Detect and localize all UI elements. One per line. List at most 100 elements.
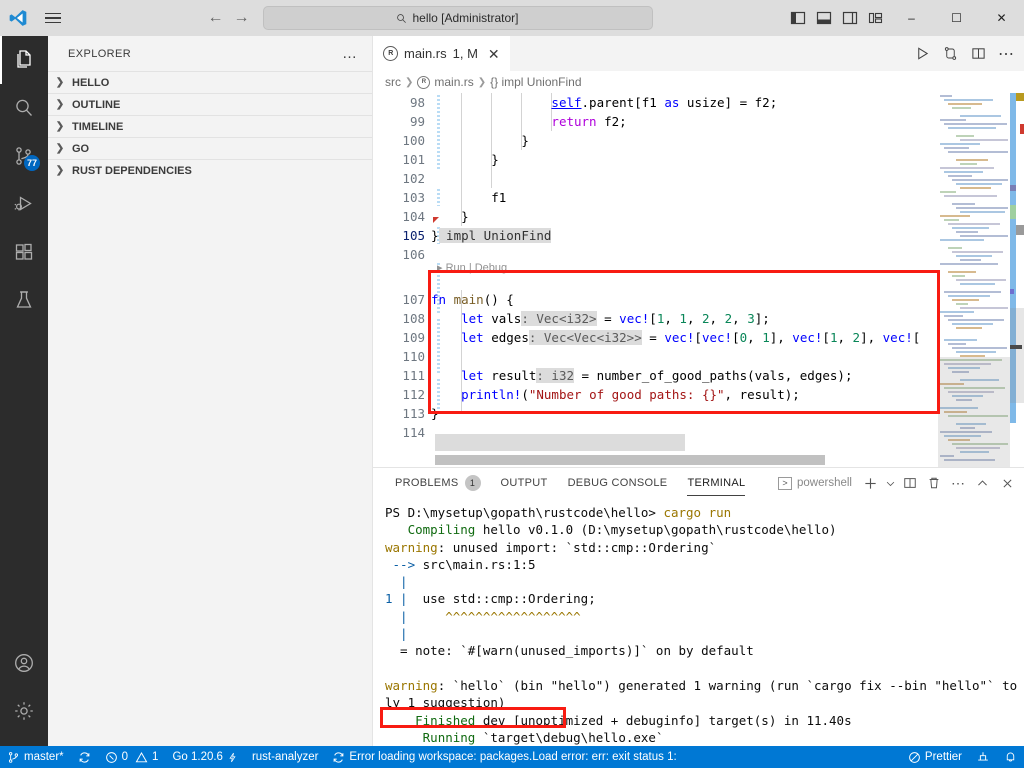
activity-item-extensions[interactable] [0, 228, 48, 276]
editor-horizontal-scrollbar[interactable] [435, 455, 825, 465]
run-code-icon[interactable] [908, 36, 936, 71]
activity-item-search[interactable] [0, 84, 48, 132]
terminal-line: | [385, 574, 408, 590]
sidebar-item-hello[interactable]: ❯ HELLO [48, 71, 372, 93]
sidebar-item-rust-dependencies[interactable]: ❯ RUST DEPENDENCIES [48, 159, 372, 181]
minimap-line [944, 195, 997, 197]
minimap-slider[interactable] [938, 357, 1010, 467]
minimap-line [948, 103, 982, 105]
sidebar-item-outline[interactable]: ❯ OUTLINE [48, 93, 372, 115]
status-prettier[interactable]: Prettier [901, 746, 969, 768]
minimap-line [940, 263, 998, 265]
split-editor-icon[interactable] [964, 36, 992, 71]
new-terminal-icon[interactable] [858, 468, 882, 498]
breadcrumb-src[interactable]: src [385, 75, 401, 89]
minimap-line [952, 107, 971, 109]
line-number: 102 [402, 171, 425, 186]
line-number: 98 [409, 95, 425, 110]
terminal-output[interactable]: PS D:\mysetup\gopath\rustcode\hello> car… [373, 498, 1024, 750]
window-maximize-button[interactable]: ☐ [934, 0, 979, 36]
status-remote-indicator[interactable] [969, 746, 997, 768]
sidebar-more-actions-icon[interactable]: … [336, 45, 364, 62]
activity-item-accounts[interactable] [0, 639, 48, 687]
panel-tab-debug-console[interactable]: DEBUG CONSOLE [558, 468, 678, 498]
status-branch[interactable]: master* [0, 746, 71, 768]
activity-item-source-control[interactable]: 77 [0, 132, 48, 180]
code-line: f1 [431, 190, 507, 205]
sidebar-item-go[interactable]: ❯ GO [48, 137, 372, 159]
title-bar: ← → hello [Administrator] – ☐ ✕ [0, 0, 1024, 36]
minimap-line [956, 183, 1002, 185]
panel-tab-terminal[interactable]: TERMINAL [677, 468, 755, 498]
status-problems[interactable]: 0 1 [98, 746, 166, 768]
terminal-dropdown-icon[interactable] [882, 468, 898, 498]
command-center-label: hello [Administrator] [412, 11, 519, 25]
terminal-line: 1 | use std::cmp::Ordering; [385, 591, 596, 607]
source-control-icon [8, 751, 19, 763]
minimap-line [956, 351, 996, 353]
panel-more-actions-icon[interactable]: ⋯ [946, 468, 970, 498]
kill-terminal-icon[interactable] [922, 468, 946, 498]
window-close-button[interactable]: ✕ [979, 0, 1024, 36]
panel-tab-problems[interactable]: PROBLEMS 1 [385, 468, 491, 498]
title-bar-right: – ☐ ✕ [785, 0, 1024, 36]
source-control-badge: 77 [23, 155, 40, 171]
status-rust-analyzer[interactable]: rust-analyzer [245, 746, 325, 768]
activity-item-manage-settings[interactable] [0, 687, 48, 735]
activity-bar: 77 [0, 36, 48, 749]
editor-minimap[interactable] [938, 93, 1010, 467]
toggle-panel-icon[interactable] [811, 0, 837, 36]
toggle-primary-sidebar-icon[interactable] [785, 0, 811, 36]
status-workspace-error[interactable]: Error loading workspace: packages.Load e… [325, 746, 686, 768]
split-terminal-icon[interactable] [898, 468, 922, 498]
command-center-search[interactable]: hello [Administrator] [262, 6, 653, 30]
chevron-right-icon: ❯ [55, 121, 65, 132]
minimap-line [948, 295, 990, 297]
status-notifications[interactable] [997, 746, 1024, 768]
codelens-run-debug[interactable]: ▸ Run | Debug [437, 261, 507, 274]
minimap-line [956, 279, 1006, 281]
line-number: 99 [409, 114, 425, 129]
sidebar-item-timeline[interactable]: ❯ TIMELINE [48, 115, 372, 137]
breadcrumb-file[interactable]: main.rs [434, 75, 473, 89]
close-panel-icon[interactable] [994, 468, 1020, 498]
editor-tab-main-rs[interactable]: R main.rs 1, M ✕ [373, 36, 511, 71]
error-icon [105, 751, 117, 763]
customize-layout-icon[interactable] [863, 0, 889, 36]
code-editor[interactable]: 98 99 100 101 102 103 104 105 106 107 10… [373, 93, 1024, 467]
activity-item-testing[interactable] [0, 276, 48, 324]
panel-tab-output[interactable]: OUTPUT [491, 468, 558, 498]
sidebar-item-label: RUST DEPENDENCIES [72, 164, 192, 177]
code-line: return f2; [551, 114, 627, 129]
sync-icon [79, 751, 89, 763]
toggle-inlay-hints-icon[interactable] [936, 36, 964, 71]
tab-close-icon[interactable]: ✕ [488, 47, 500, 61]
line-number: 108 [402, 311, 425, 326]
activity-item-explorer[interactable] [0, 36, 48, 84]
activity-item-run-and-debug[interactable] [0, 180, 48, 228]
search-icon [16, 99, 32, 116]
go-back-button[interactable]: ← [203, 5, 229, 31]
status-sync[interactable] [71, 746, 98, 768]
editor-overview-ruler[interactable] [1010, 93, 1024, 467]
account-icon [15, 654, 33, 672]
code-line: let result: i32 = number_of_good_paths(v… [461, 368, 853, 383]
window-minimize-button[interactable]: – [889, 0, 934, 36]
breadcrumb-symbol[interactable]: {} impl UnionFind [490, 75, 581, 89]
maximize-panel-icon[interactable] [970, 468, 994, 498]
lightning-icon [229, 752, 236, 762]
minimap-line [952, 299, 979, 301]
terminal-line: | [385, 626, 408, 642]
editor-more-actions-icon[interactable]: ⋯ [992, 36, 1020, 71]
minimap-line [956, 159, 988, 161]
go-forward-button[interactable]: → [229, 5, 255, 31]
status-go-version[interactable]: Go 1.20.6 [165, 746, 245, 768]
main-menu-button[interactable] [36, 0, 70, 36]
line-number-gutter: 98 99 100 101 102 103 104 105 106 107 10… [373, 93, 435, 442]
files-icon [17, 50, 31, 68]
line-number: 113 [402, 406, 425, 421]
minimap-line [960, 187, 991, 189]
toggle-secondary-sidebar-icon[interactable] [837, 0, 863, 36]
terminal-shell-selector[interactable]: > powershell [772, 476, 858, 490]
